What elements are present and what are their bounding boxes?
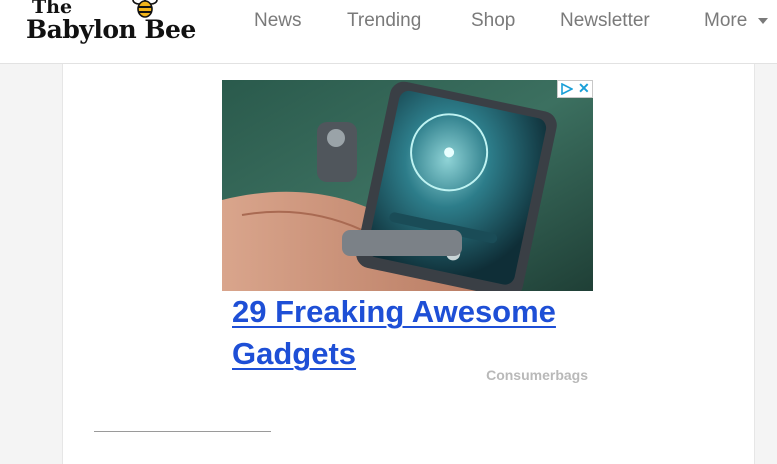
site-logo[interactable]: The Babylon Bee (26, 0, 208, 50)
ad-image[interactable] (222, 80, 593, 291)
close-icon[interactable]: ✕ (578, 80, 590, 97)
ad-headline: 29 Freaking Awesome Gadgets (232, 294, 556, 371)
sponsored-ad[interactable]: ✕ 29 Freaking Awesome Gadgets Consumerba… (222, 80, 593, 391)
chevron-down-icon (757, 17, 768, 24)
section-divider (94, 431, 271, 432)
nav-newsletter[interactable]: Newsletter (560, 10, 650, 32)
nav-more-label: More (704, 10, 748, 31)
ad-headline-link[interactable]: 29 Freaking Awesome Gadgets (232, 291, 587, 375)
site-header: The Babylon Bee News Trending Shop Newsl… (0, 0, 777, 64)
ad-source[interactable]: Consumerbags (486, 367, 588, 383)
nav-news[interactable]: News (254, 10, 302, 32)
adchoices-badge[interactable]: ✕ (557, 80, 593, 98)
nav-more[interactable]: More (704, 10, 769, 32)
logo-name: Babylon Bee (26, 15, 196, 44)
adchoices-icon (561, 83, 573, 95)
nav-shop[interactable]: Shop (471, 10, 515, 32)
nav-trending[interactable]: Trending (347, 10, 421, 32)
